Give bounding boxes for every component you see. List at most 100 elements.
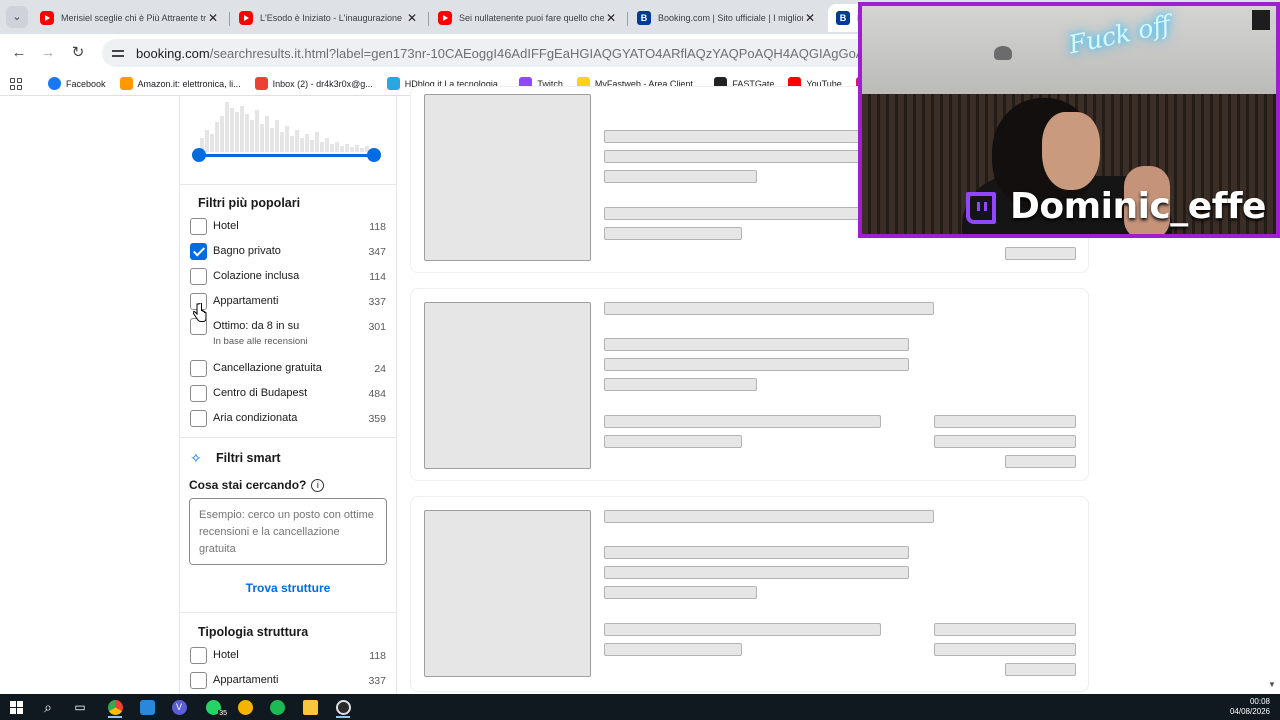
taskbar: ⌕ ▭ V 35 00:08 04/08/2026 xyxy=(0,694,1280,720)
bookmark-gmail[interactable]: Inbox (2) - dr4k3r0x@g... xyxy=(254,77,373,90)
task-view-icon[interactable]: ▭ xyxy=(67,697,93,717)
filter-label: Bagno privato xyxy=(213,245,281,257)
tab-title: Sei nullatenente puoi fare quello che xyxy=(459,13,604,23)
filter-hotel[interactable]: Hotel 118 xyxy=(190,218,386,236)
filter-bagno-privato[interactable]: Bagno privato 347 xyxy=(190,243,386,261)
sparkle-icon: ✧ xyxy=(190,450,202,466)
thumbnail-placeholder xyxy=(424,510,591,677)
obs-icon[interactable] xyxy=(330,697,356,718)
text-placeholder xyxy=(934,435,1076,448)
filter-label: Cancellazione gratuita xyxy=(213,362,322,374)
tab-search-button[interactable]: ⌄ xyxy=(6,6,28,28)
price-slider-max-handle[interactable] xyxy=(367,148,381,162)
tab-close-icon[interactable]: ✕ xyxy=(604,11,618,25)
price-slider-track[interactable] xyxy=(199,154,375,157)
scroll-down-arrow-icon[interactable]: ▼ xyxy=(1268,681,1277,689)
filter-type-appartamenti[interactable]: Appartamenti 337 xyxy=(190,672,386,690)
checkbox[interactable] xyxy=(190,218,207,235)
filter-count: 118 xyxy=(369,650,386,662)
screen: ⌄ Merisiel sceglie chi è Più Attraente t… xyxy=(0,0,1280,720)
bookmark-facebook[interactable]: Facebook xyxy=(48,77,106,90)
webcam-overlay: Fuck off Dominic_effe xyxy=(858,2,1280,238)
filter-label: Appartamenti xyxy=(213,674,279,686)
filter-count: 114 xyxy=(369,271,386,283)
booking-icon: B xyxy=(637,11,651,25)
whatsapp-icon[interactable]: 35 xyxy=(200,697,228,717)
info-icon[interactable]: i xyxy=(311,478,325,492)
app-v-icon[interactable]: V xyxy=(166,697,192,717)
text-placeholder xyxy=(604,415,881,428)
divider xyxy=(180,184,396,185)
smart-question: Cosa stai cercando? i xyxy=(189,478,325,492)
filter-centro-budapest[interactable]: Centro di Budapest 484 xyxy=(190,385,386,403)
filter-colazione-inclusa[interactable]: Colazione inclusa 114 xyxy=(190,268,386,286)
tab-title: Booking.com | Sito ufficiale | I miglior… xyxy=(658,13,803,23)
filter-label: Ottimo: da 8 in su xyxy=(213,320,300,332)
tab-separator xyxy=(428,12,429,26)
text-placeholder xyxy=(604,510,934,523)
back-icon[interactable]: ← xyxy=(9,43,29,63)
property-type-title: Tipologia struttura xyxy=(198,625,309,639)
whatsapp-badge: 35 xyxy=(218,710,228,717)
text-placeholder xyxy=(604,643,742,656)
filter-count: 118 xyxy=(369,221,386,233)
checkbox[interactable] xyxy=(190,410,207,427)
booking-icon: B xyxy=(836,11,850,25)
tab-close-icon[interactable]: ✕ xyxy=(206,11,220,25)
app-orange-icon[interactable] xyxy=(232,697,258,717)
browser-tab[interactable]: Merisiel sceglie chi è Più Attraente tra… xyxy=(32,4,228,32)
filter-cancellazione-gratuita[interactable]: Cancellazione gratuita 24 xyxy=(190,360,386,378)
price-slider-min-handle[interactable] xyxy=(192,148,206,162)
file-explorer-icon[interactable] xyxy=(297,697,323,717)
filter-label: Hotel xyxy=(213,220,239,232)
browser-tab[interactable]: B Booking.com | Sito ufficiale | I migli… xyxy=(629,4,825,32)
smart-filter-input[interactable] xyxy=(189,498,387,565)
checkbox[interactable] xyxy=(190,360,207,377)
reload-icon[interactable]: ↻ xyxy=(68,43,88,63)
store-icon[interactable] xyxy=(134,697,160,717)
find-properties-button[interactable]: Trova strutture xyxy=(189,578,387,598)
text-placeholder xyxy=(934,415,1076,428)
site-info-icon[interactable] xyxy=(110,45,126,61)
chrome-icon[interactable] xyxy=(102,697,128,718)
youtube-icon xyxy=(438,11,452,25)
filter-count: 301 xyxy=(368,321,386,333)
filter-type-hotel[interactable]: Hotel 118 xyxy=(190,647,386,665)
filter-appartamenti[interactable]: Appartamenti 337 xyxy=(190,293,386,311)
tab-separator xyxy=(627,12,628,26)
tab-title: Merisiel sceglie chi è Più Attraente tra xyxy=(61,13,206,23)
webcam-background xyxy=(862,6,1276,101)
text-placeholder xyxy=(604,566,909,579)
browser-tab[interactable]: Sei nullatenente puoi fare quello che ✕ xyxy=(430,4,626,32)
url-host: booking.com xyxy=(136,45,210,61)
filter-aria-condizionata[interactable]: Aria condizionata 359 xyxy=(190,410,386,428)
checkbox[interactable] xyxy=(190,647,207,664)
tab-close-icon[interactable]: ✕ xyxy=(405,11,419,25)
search-icon[interactable]: ⌕ xyxy=(35,697,61,717)
checkbox-checked[interactable] xyxy=(190,243,207,260)
streamer-face xyxy=(1042,112,1100,190)
filter-sublabel: In base alle recensioni xyxy=(213,336,308,347)
system-clock[interactable]: 00:08 04/08/2026 xyxy=(1230,697,1270,717)
filter-ottimo[interactable]: Ottimo: da 8 in su 301 In base alle rece… xyxy=(190,318,386,352)
result-card-skeleton xyxy=(410,288,1089,481)
text-placeholder xyxy=(604,546,909,559)
checkbox[interactable] xyxy=(190,268,207,285)
filter-count: 337 xyxy=(368,296,386,308)
smart-question-label: Cosa stai cercando? xyxy=(189,478,307,492)
streamer-name: Dominic_effe xyxy=(1010,186,1266,227)
tab-close-icon[interactable]: ✕ xyxy=(803,11,817,25)
windows-start-icon[interactable] xyxy=(3,697,29,717)
forward-icon[interactable]: → xyxy=(38,43,58,63)
webcam-lamp xyxy=(994,46,1012,60)
checkbox[interactable] xyxy=(190,672,207,689)
text-placeholder xyxy=(604,170,757,183)
checkbox[interactable] xyxy=(190,385,207,402)
amazon-icon xyxy=(119,77,133,90)
apps-grid-icon[interactable] xyxy=(10,77,22,90)
text-placeholder xyxy=(604,378,757,391)
browser-tab[interactable]: L'Esodo è Iniziato - L'inaugurazione di … xyxy=(231,4,427,32)
thumbnail-placeholder xyxy=(424,94,591,261)
bookmark-amazon[interactable]: Amazon.it: elettronica, li... xyxy=(119,77,241,90)
spotify-icon[interactable] xyxy=(264,697,290,717)
